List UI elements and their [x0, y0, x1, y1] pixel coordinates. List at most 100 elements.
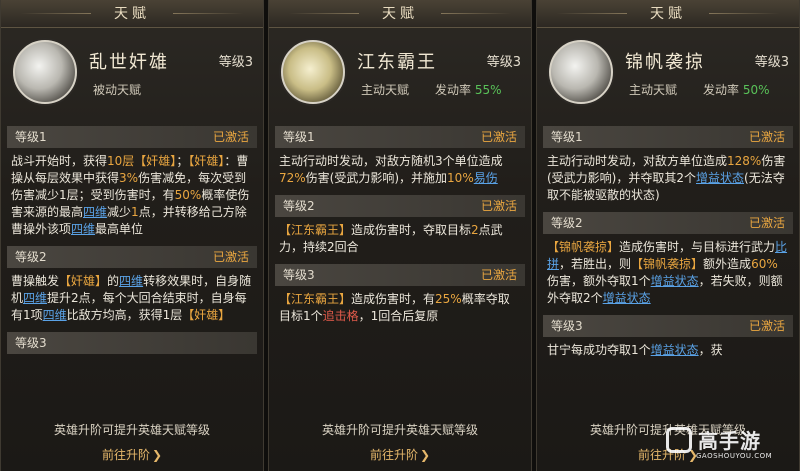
- panel-separator: [264, 0, 268, 471]
- level-status: 已激活: [480, 199, 517, 213]
- keyword-link[interactable]: 增益状态: [651, 343, 699, 357]
- description-text: 伤害(受武力影响)，并施加: [305, 171, 448, 185]
- description-text: 造成伤害时，与目标进行武力: [619, 240, 776, 254]
- level-label: 等级2: [15, 250, 47, 264]
- talent-header: 锦帆袭掠 等级3 主动天赋 发动率 50%: [537, 28, 799, 120]
- description-text: 最高单位: [95, 222, 144, 236]
- highlight-text: 10层: [107, 154, 135, 168]
- watermark: 高手游 GAOSHOUYOU.COM: [666, 425, 792, 465]
- chevron-right-icon: ❯: [151, 448, 163, 462]
- highlight-text: 25%: [435, 292, 462, 306]
- bird-emblem-icon: [281, 40, 345, 104]
- description-text: 的: [107, 274, 120, 288]
- keyword-link[interactable]: 增益状态: [651, 274, 699, 288]
- talent-levels-list[interactable]: 等级1 已激活 主动行动时发动，对敌方单位造成128%伤害(受武力影响)，并夺取其2…: [543, 124, 793, 410]
- keyword-link[interactable]: 四维: [71, 222, 95, 236]
- highlight-text: 【江东霸王】: [279, 292, 352, 306]
- level-label: 等级1: [15, 130, 47, 144]
- highlight-text: 128%: [727, 154, 762, 168]
- keyword-link[interactable]: 四维: [119, 274, 143, 288]
- description-text: ，若胜出，则: [559, 257, 632, 271]
- trigger-rate: 发动率 50%: [703, 81, 770, 98]
- trigger-rate: 发动率 55%: [435, 81, 502, 98]
- level-status: 已激活: [748, 130, 785, 144]
- panel-separator: [532, 0, 536, 471]
- upgrade-link-button[interactable]: 前往升阶 ❯: [269, 446, 531, 463]
- highlight-text: 【锦帆袭掠】: [631, 257, 704, 271]
- highlight-text: 【奸雄】: [182, 308, 231, 322]
- talent-type: 主动天赋: [361, 83, 410, 97]
- keyword-link[interactable]: 易伤: [474, 171, 498, 185]
- talent-panel-2: 天赋 江东霸王 等级3 主动天赋 发动率 55% 等级1 已激活 主动行动时发动，对敌方随机3…: [268, 0, 532, 471]
- highlight-text: 60%: [751, 257, 778, 271]
- level-description: 战斗开始时，获得10层【奸雄】；【奸雄】：曹操从每层效果中获得3%伤害减免，每次…: [7, 148, 257, 244]
- panel-title-text: 天赋: [382, 6, 418, 22]
- keyword-link[interactable]: 四维: [43, 308, 67, 322]
- level-label: 等级3: [551, 319, 583, 333]
- trigger-rate-value: 50%: [742, 83, 770, 97]
- level-bar: 等级3 已激活: [543, 315, 793, 337]
- highlight-text: 【奸雄】: [188, 154, 225, 168]
- level-status: 已激活: [212, 250, 249, 264]
- level-bar: 等级3 已激活: [275, 264, 525, 286]
- level-bar: 等级1 已激活: [543, 126, 793, 148]
- level-bar: 等级2 已激活: [543, 212, 793, 234]
- description-text: 造成伤害时，有: [351, 292, 436, 306]
- level-status: 已激活: [748, 319, 785, 333]
- description-text: 比敌方均高，获得1层: [66, 308, 183, 322]
- highlight-text: 【奸雄】: [59, 274, 108, 288]
- description-text: 主动行动时发动，对敌方单位造成: [547, 154, 728, 168]
- watermark-sub: GAOSHOUYOU.COM: [696, 452, 773, 460]
- talent-type: 被动天赋: [93, 83, 142, 97]
- talent-header: 江东霸王 等级3 主动天赋 发动率 55%: [269, 28, 531, 120]
- title-decoration: [709, 13, 779, 14]
- description-text: 曹操触发: [11, 274, 60, 288]
- description-text: 减少: [107, 205, 132, 219]
- level-label: 等级2: [551, 216, 583, 230]
- keyword-link[interactable]: 增益状态: [603, 291, 651, 305]
- highlight-text: 追击格: [322, 309, 359, 323]
- description-text: 主动行动时发动，对敌方随机3个单位造成: [279, 154, 503, 168]
- highlight-text: 72%: [279, 171, 306, 185]
- talent-panel-3: 天赋 锦帆袭掠 等级3 主动天赋 发动率 50% 等级1 已激活 主动行动时发动，对敌方单位造…: [536, 0, 800, 471]
- upgrade-link-button[interactable]: 前往升阶 ❯: [1, 446, 263, 463]
- level-description: 【江东霸王】造成伤害时，有25%概率夺取目标1个追击格，1回合后复原: [275, 286, 525, 331]
- trigger-rate-value: 55%: [474, 83, 502, 97]
- watermark-logo-icon: [666, 427, 692, 453]
- level-bar: 等级1 已激活: [275, 126, 525, 148]
- keyword-link[interactable]: 四维: [23, 291, 47, 305]
- talent-name: 乱世奸雄: [89, 52, 169, 73]
- talent-name: 锦帆袭掠: [625, 52, 705, 73]
- highlight-text: 2: [471, 223, 479, 237]
- level-status: 已激活: [748, 216, 785, 230]
- description-text: 额外造成: [703, 257, 752, 271]
- level-description: 【江东霸王】造成伤害时，夺取目标2点武力，持续2回合: [275, 217, 525, 262]
- talent-level: 等级3: [486, 55, 521, 70]
- talent-name: 江东霸王: [357, 52, 437, 73]
- level-bar: 等级2 已激活: [275, 195, 525, 217]
- highlight-text: 【奸雄】: [134, 154, 177, 168]
- talent-header: 乱世奸雄 等级3 被动天赋: [1, 28, 263, 120]
- footer-hint: 英雄升阶可提升英雄天赋等级: [321, 423, 478, 437]
- sail-emblem-icon: [549, 40, 613, 104]
- level-label: 等级1: [283, 130, 315, 144]
- talent-levels-list[interactable]: 等级1 已激活 主动行动时发动，对敌方随机3个单位造成72%伤害(受武力影响)，并施…: [275, 124, 525, 410]
- footer-hint: 英雄升阶可提升英雄天赋等级: [53, 423, 210, 437]
- trigger-rate-label: 发动率: [703, 83, 740, 97]
- upgrade-link-label: 前往升阶: [101, 448, 150, 462]
- level-label: 等级3: [283, 268, 315, 282]
- trigger-rate-label: 发动率: [435, 83, 472, 97]
- description-text: ，1回合后复原: [358, 309, 439, 323]
- level-description: 主动行动时发动，对敌方单位造成128%伤害(受武力影响)，并夺取其2个增益状态(…: [543, 148, 793, 210]
- keyword-link[interactable]: 四维: [83, 205, 107, 219]
- talent-level: 等级3: [754, 55, 789, 70]
- talent-levels-list[interactable]: 等级1 已激活 战斗开始时，获得10层【奸雄】；【奸雄】：曹操从每层效果中获得3%伤…: [7, 124, 257, 410]
- highlight-text: 50%: [174, 188, 202, 202]
- chevron-right-icon: ❯: [419, 448, 431, 462]
- description-text: 战斗开始时，获得: [11, 154, 108, 168]
- panel-title-text: 天赋: [114, 6, 150, 22]
- highlight-text: 3%: [119, 171, 139, 185]
- keyword-link[interactable]: 增益状态: [696, 171, 744, 185]
- upgrade-link-label: 前往升阶: [369, 448, 418, 462]
- talent-panel-1: 天赋乱世奸雄 等级3 被动天赋等级1 已激活 战斗开始时，获得10层【奸雄】；【奸雄】：…: [0, 0, 264, 471]
